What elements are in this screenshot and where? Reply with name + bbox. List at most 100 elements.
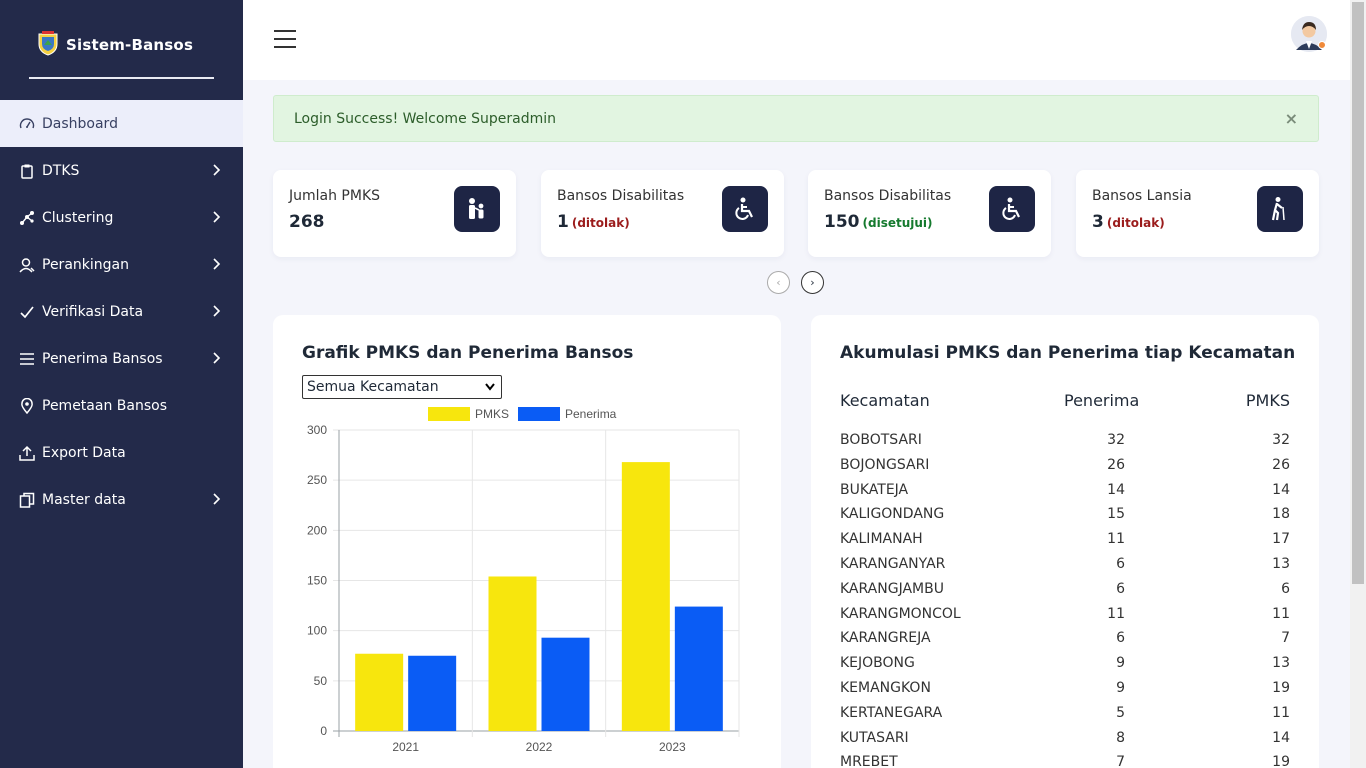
page-scrollbar[interactable] [1350,0,1366,768]
cell-kecamatan: KARANGJAMBU [840,580,944,597]
sidebar-item-export-data[interactable]: Export Data [0,429,243,476]
stat-value: 1 [557,212,569,232]
clipboard-icon [19,163,35,179]
table-row: KEJOBONG 9 13 [811,655,1319,680]
y-tick-label: 300 [307,423,327,437]
cell-pmks: 17 [1272,531,1290,548]
family-icon [454,186,500,232]
column-header-penerima: Penerima [1064,391,1140,410]
cell-kecamatan: BOBOTSARI [840,432,922,448]
map-pin-icon [19,397,35,414]
cell-penerima: 26 [1107,456,1125,473]
legend-swatch-pmks [428,407,470,421]
kecamatan-select-value: Semua Kecamatan [307,379,439,395]
cell-pmks: 18 [1272,506,1290,523]
stat-card: Bansos Lansia 3 (ditolak) [1076,170,1319,257]
sidebar-item-dashboard[interactable]: Dashboard [0,100,243,147]
chevron-right-icon [211,351,223,365]
table-row: KARANGMONCOL 11 11 [811,606,1319,631]
cell-kecamatan: KEJOBONG [840,655,915,672]
user-avatar[interactable] [1291,16,1327,52]
bar-penerima-2022 [541,637,590,731]
close-icon[interactable]: × [1285,109,1298,128]
cell-kecamatan: KERTANEGARA [840,704,943,721]
alert-message: Login Success! Welcome Superadmin [294,110,557,127]
speedometer-icon [19,116,35,132]
table-row: KALIGONDANG 15 18 [811,506,1319,531]
sidebar-item-verifikasi-data[interactable]: Verifikasi Data [0,288,243,335]
x-tick-label: 2021 [392,740,419,754]
cell-pmks: 13 [1272,556,1290,572]
cell-pmks: 11 [1272,704,1290,721]
carousel-prev-button[interactable]: ‹ [767,271,790,294]
table-row: KARANGANYAR 6 13 [811,556,1319,581]
sidebar-item-perankingan[interactable]: Perankingan [0,241,243,288]
cell-pmks: 11 [1272,605,1290,622]
wheelchair-icon [722,186,768,232]
sidebar-item-clustering[interactable]: Clustering [0,194,243,241]
list-icon [19,351,35,367]
table-row: KARANGREJA 6 7 [811,630,1319,655]
cell-pmks: 19 [1272,754,1290,768]
cell-kecamatan: KALIGONDANG [840,506,945,523]
y-tick-label: 0 [320,724,327,738]
sidebar: Sistem-Bansos Dashboard DTKS Clustering Per… [0,0,243,768]
brand[interactable]: Sistem-Bansos [0,0,243,100]
cell-penerima: 6 [1116,556,1125,572]
cell-kecamatan: KALIMANAH [840,531,923,548]
table-row: MREBET 7 19 [811,754,1319,768]
cell-kecamatan: KARANGMONCOL [840,605,961,622]
y-tick-label: 250 [307,473,327,487]
sidebar-item-pemetaan-bansos[interactable]: Pemetaan Bansos [0,382,243,429]
stat-card-label: Jumlah PMKS [289,188,381,204]
bar-pmks-2022 [488,576,537,731]
cell-kecamatan: KARANGREJA [840,630,931,647]
column-header-kecamatan: Kecamatan [840,391,930,410]
cell-penerima: 6 [1116,580,1125,597]
y-tick-label: 150 [307,574,327,588]
network-icon [19,210,35,226]
carousel-next-button[interactable]: › [801,271,824,294]
cell-pmks: 14 [1272,481,1290,498]
cell-kecamatan: BOJONGSARI [840,456,930,473]
cell-penerima: 11 [1107,605,1125,622]
cell-penerima: 9 [1116,680,1125,696]
sidebar-item-label: Export Data [42,444,126,461]
kecamatan-select[interactable]: Semua Kecamatan [302,375,502,399]
bar-pmks-2021 [355,653,404,731]
sidebar-item-label: Pemetaan Bansos [42,397,167,414]
y-tick-label: 200 [307,523,327,537]
cell-pmks: 14 [1272,729,1290,746]
brand-divider [29,77,214,79]
sidebar-item-label: DTKS [42,162,80,179]
sidebar-item-label: Verifikasi Data [42,303,144,320]
chevron-right-icon [211,210,223,224]
x-tick-label: 2022 [526,740,553,754]
table-row: BOJONGSARI 26 26 [811,457,1319,482]
stat-card: Jumlah PMKS 268 [273,170,516,257]
sidebar-item-penerima-bansos[interactable]: Penerima Bansos [0,335,243,382]
hamburger-menu-icon[interactable] [274,30,296,50]
status-badge: (ditolak) [571,216,630,230]
stat-card-label: Bansos Lansia [1092,188,1192,204]
scrollbar-thumb[interactable] [1352,2,1364,584]
bar-penerima-2021 [408,655,457,731]
stat-value: 150 [824,212,860,232]
y-tick-label: 100 [307,624,327,638]
cell-penerima: 7 [1116,754,1125,768]
chevron-right-icon [211,163,223,177]
sidebar-menu: Dashboard DTKS Clustering Perankingan Verifi… [0,100,243,523]
sidebar-item-label: Penerima Bansos [42,350,163,367]
stat-card: Bansos Disabilitas 150 (disetujui) [808,170,1051,257]
status-dot [1318,41,1326,49]
column-header-pmks: PMKS [1245,391,1290,410]
sidebar-item-label: Dashboard [42,115,118,132]
cell-pmks: 7 [1281,630,1290,647]
stat-card-label: Bansos Disabilitas [557,188,685,204]
status-badge: (ditolak) [1106,216,1165,230]
table-row: BOBOTSARI 32 32 [811,432,1319,457]
sidebar-item-master-data[interactable]: Master data [0,476,243,523]
legend-label: PMKS [475,407,509,421]
sidebar-item-dtks[interactable]: DTKS [0,147,243,194]
sidebar-item-label: Master data [42,491,126,508]
